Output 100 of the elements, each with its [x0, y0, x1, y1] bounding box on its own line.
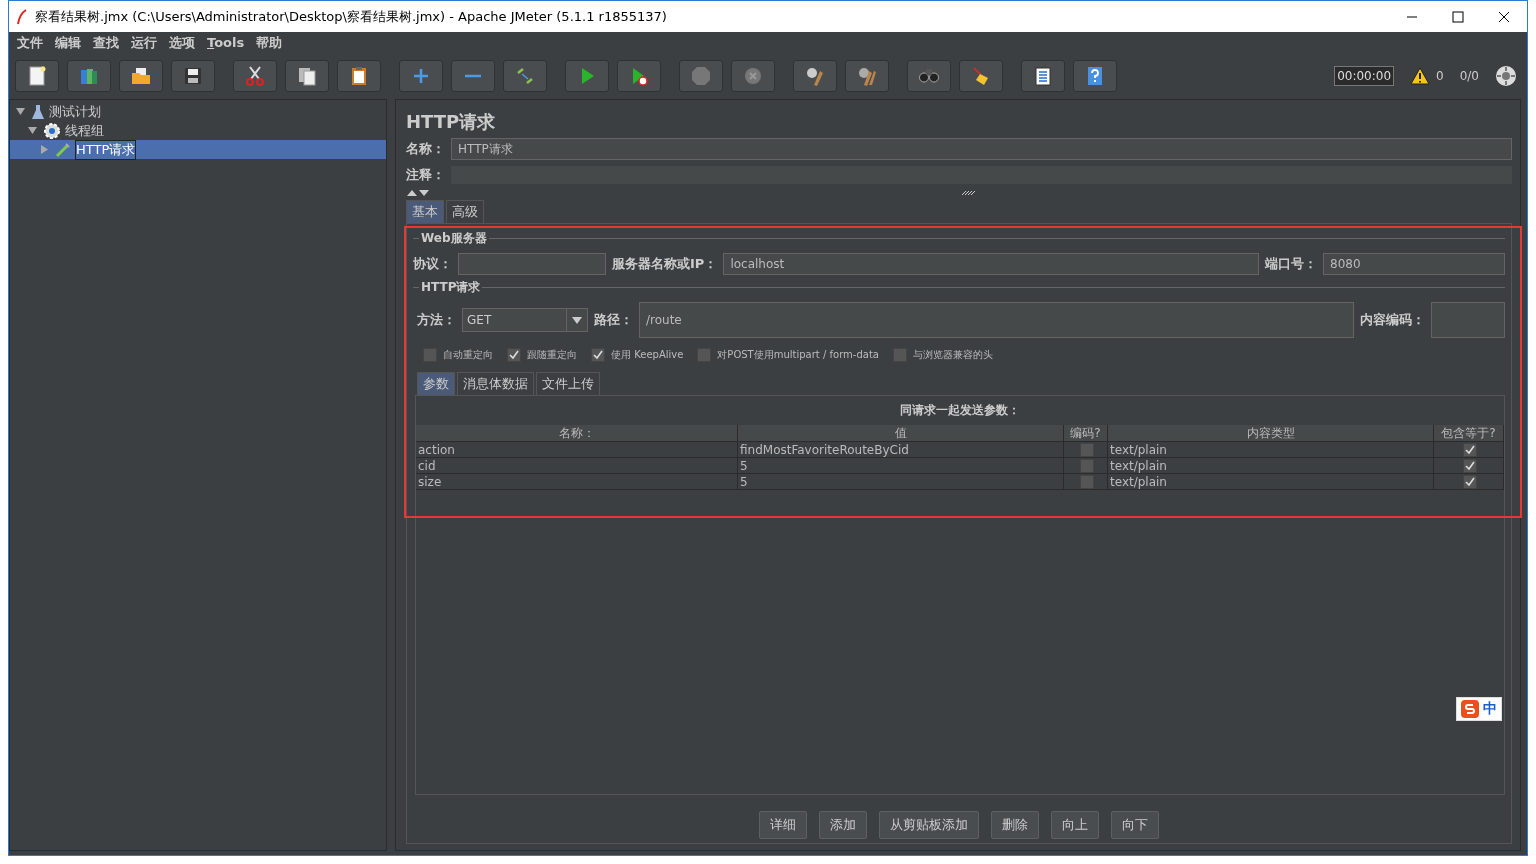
method-dropdown[interactable]: GET: [462, 308, 588, 332]
menu-item[interactable]: 查找: [87, 33, 125, 52]
group-title: HTTP请求: [419, 279, 483, 296]
tab[interactable]: 消息体数据: [457, 372, 534, 395]
menu-item[interactable]: Tools: [201, 35, 251, 50]
save-icon: [182, 65, 204, 87]
warning-icon[interactable]: [1410, 67, 1431, 85]
table-cell: 5: [738, 474, 1064, 490]
toolbar-button[interactable]: [285, 60, 329, 92]
error-count: 0: [1436, 69, 1444, 83]
checkbox[interactable]: [1462, 458, 1477, 473]
elapsed-timer: 00:00:00: [1334, 66, 1395, 86]
toolbar-button[interactable]: [233, 60, 277, 92]
field-label: 路径：: [594, 311, 633, 329]
toolbar-button[interactable]: [171, 60, 215, 92]
function-list-icon: [1032, 65, 1054, 87]
path-field[interactable]: /route: [639, 302, 1354, 338]
ime-mode-label: 中: [1483, 700, 1497, 718]
checkbox[interactable]: [1462, 474, 1477, 489]
new-file-icon: [26, 65, 48, 87]
server-field[interactable]: localhost: [723, 253, 1259, 275]
splitter-arrows-icon[interactable]: [406, 189, 430, 197]
toolbar-button[interactable]: [793, 60, 837, 92]
tree-item[interactable]: HTTP请求: [10, 140, 386, 159]
column-header[interactable]: 值: [738, 425, 1064, 442]
column-header[interactable]: 内容类型: [1108, 425, 1434, 442]
menu-item[interactable]: 运行: [125, 33, 163, 52]
menu-item[interactable]: 帮助: [250, 33, 289, 52]
collapse-icon: [465, 74, 481, 78]
gear-icon: [43, 121, 61, 140]
copy-icon: [296, 65, 318, 87]
ime-logo-icon: [1461, 700, 1479, 718]
column-header[interactable]: 包含等于?: [1434, 425, 1504, 442]
toolbar-button[interactable]: [119, 60, 163, 92]
checkbox-label: 对POST使用multipart / form-data: [717, 348, 879, 362]
checkbox[interactable]: [507, 348, 521, 362]
action-button[interactable]: 向上: [1051, 811, 1099, 839]
toolbar-button[interactable]: [1021, 60, 1065, 92]
tree-label: HTTP请求: [75, 139, 137, 160]
action-button[interactable]: 从剪贴板添加: [879, 811, 979, 839]
protocol-field[interactable]: [458, 253, 606, 275]
tab[interactable]: 文件上传: [536, 372, 600, 395]
toolbar-button[interactable]: [959, 60, 1003, 92]
tree-label: 线程组: [65, 121, 104, 140]
checkbox[interactable]: [1079, 474, 1094, 489]
splitter-grip-icon[interactable]: [962, 191, 976, 195]
feather-icon: [17, 8, 27, 25]
table-cell: action: [416, 442, 738, 458]
binoculars-icon: [918, 69, 940, 83]
table-cell: text/plain: [1108, 474, 1434, 490]
checkbox-label: 自动重定向: [443, 348, 493, 362]
action-button[interactable]: 向下: [1111, 811, 1159, 839]
table-cell: cid: [416, 458, 738, 474]
stop-icon: [690, 65, 712, 87]
ime-toolbar[interactable]: 中: [1456, 697, 1502, 721]
toolbar-button[interactable]: [337, 60, 381, 92]
checkbox[interactable]: [591, 348, 605, 362]
menu-item[interactable]: 文件: [11, 33, 49, 52]
toolbar-button[interactable]: [15, 60, 59, 92]
action-button[interactable]: 添加: [819, 811, 867, 839]
tab[interactable]: 基本: [406, 200, 444, 223]
checkbox[interactable]: [423, 348, 437, 362]
table-cell: text/plain: [1108, 442, 1434, 458]
name-field[interactable]: HTTP请求: [451, 138, 1512, 160]
expanded-arrow-icon[interactable]: [16, 107, 25, 116]
expanded-arrow-icon[interactable]: [28, 126, 37, 135]
table-cell: text/plain: [1108, 458, 1434, 474]
tree-label: 测试计划: [49, 102, 101, 121]
open-folder-icon: [130, 65, 152, 87]
checkbox[interactable]: [1079, 458, 1094, 473]
tab[interactable]: 参数: [417, 372, 455, 395]
toolbar-button[interactable]: [845, 60, 889, 92]
field-label: 注释：: [406, 166, 445, 184]
action-button[interactable]: 详细: [759, 811, 807, 839]
checkbox[interactable]: [697, 348, 712, 362]
thread-count: 0/0: [1459, 69, 1479, 83]
tree-item[interactable]: 测试计划: [10, 102, 386, 121]
tab[interactable]: 高级: [446, 200, 484, 223]
encoding-field[interactable]: [1431, 302, 1505, 338]
table-cell: size: [416, 474, 738, 490]
checkbox[interactable]: [892, 348, 907, 362]
table-cell: findMostFavoriteRouteByCid: [738, 442, 1064, 458]
toolbar-button[interactable]: [1073, 60, 1117, 92]
remote-engines-icon[interactable]: [1495, 65, 1517, 87]
column-header[interactable]: 编码?: [1064, 425, 1108, 442]
menu-item[interactable]: 编辑: [49, 33, 87, 52]
window-title: 察看结果树.jmx (C:\Users\Administrator\Desktop\察看结果树.jmx) - Apache JMeter (5.1.1 r1855137): [35, 7, 668, 26]
field-label: 协议：: [413, 255, 452, 273]
port-field[interactable]: 8080: [1323, 253, 1505, 275]
tree-item[interactable]: 线程组: [10, 121, 386, 140]
toolbar-button[interactable]: [617, 60, 661, 92]
pipette-icon: [55, 141, 71, 158]
checkbox[interactable]: [1079, 442, 1094, 457]
checkbox[interactable]: [1462, 442, 1477, 457]
action-button[interactable]: 删除: [991, 811, 1039, 839]
field-label: 名称：: [406, 140, 445, 158]
menu-item[interactable]: 选项: [163, 33, 201, 52]
column-header[interactable]: 名称：: [416, 425, 738, 442]
panel-title: HTTP请求: [406, 110, 497, 134]
toolbar-button[interactable]: [67, 60, 111, 92]
